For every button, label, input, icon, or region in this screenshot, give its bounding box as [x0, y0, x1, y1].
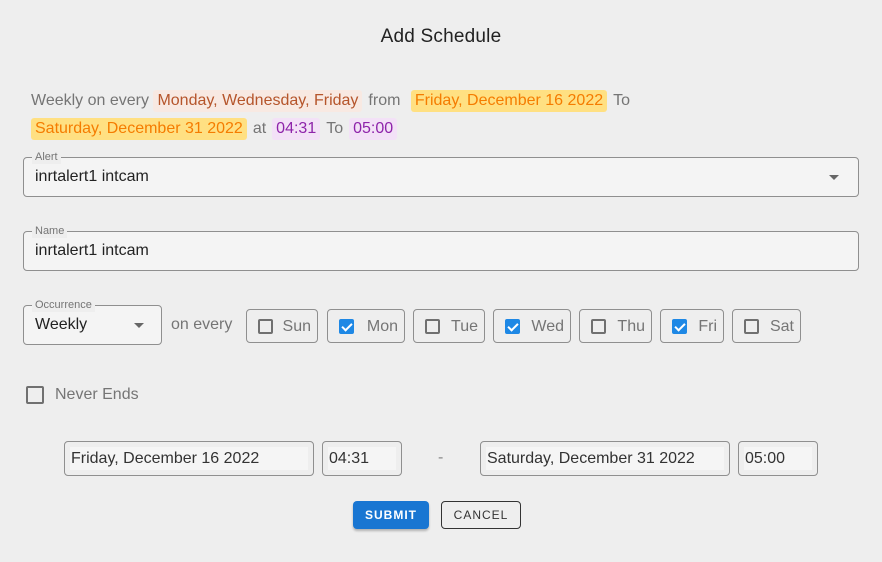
name-label: Name: [32, 224, 68, 238]
summary-end-date: Saturday, December 31 2022: [31, 118, 247, 140]
never-ends-label: Never Ends: [55, 386, 139, 403]
summary-to: To: [613, 92, 631, 109]
on-every-label: on every: [171, 316, 233, 333]
schedule-summary: Weekly on every Monday, Wednesday, Frida…: [31, 87, 841, 143]
weekday-label: Wed: [531, 318, 564, 335]
summary-at: at: [252, 120, 267, 137]
end-date-input[interactable]: Saturday, December 31 2022: [480, 441, 730, 476]
caret-down-icon[interactable]: [829, 175, 839, 180]
weekday-label: Mon: [366, 318, 398, 335]
checkbox-icon[interactable]: [258, 319, 273, 334]
occurrence-select[interactable]: Occurrence Weekly: [23, 298, 162, 345]
cancel-button[interactable]: CANCEL: [441, 501, 521, 529]
summary-end-time: 05:00: [349, 118, 398, 140]
weekday-sun[interactable]: Sun: [246, 309, 318, 343]
summary-start-date: Friday, December 16 2022: [410, 90, 608, 112]
alert-value: inrtalert1 intcam: [35, 168, 149, 185]
summary-days: Monday, Wednesday, Friday: [153, 90, 363, 112]
weekday-mon[interactable]: Mon: [327, 309, 405, 343]
start-date-input[interactable]: Friday, December 16 2022: [64, 441, 314, 476]
end-time-value: 05:00: [745, 450, 786, 467]
weekday-label: Sun: [282, 318, 311, 335]
alert-select[interactable]: Alert inrtalert1 intcam: [23, 150, 859, 197]
checkbox-checked-icon[interactable]: [339, 319, 354, 334]
checkbox-icon[interactable]: [26, 386, 44, 404]
weekday-fri[interactable]: Fri: [660, 309, 724, 343]
weekday-sat[interactable]: Sat: [732, 309, 801, 343]
weekday-thu[interactable]: Thu: [579, 309, 652, 343]
start-date-value: Friday, December 16 2022: [71, 450, 260, 467]
start-time-value: 04:31: [329, 450, 370, 467]
weekday-label: Fri: [698, 318, 717, 335]
dialog-title: Add Schedule: [380, 26, 502, 47]
summary-from: from: [368, 92, 401, 109]
range-separator: -: [438, 449, 444, 466]
weekday-tue[interactable]: Tue: [413, 309, 485, 343]
occurrence-value: Weekly: [35, 316, 88, 333]
name-value: inrtalert1 intcam: [35, 242, 149, 259]
checkbox-checked-icon[interactable]: [672, 319, 687, 334]
summary-prefix: Weekly on every: [31, 92, 149, 109]
end-date-value: Saturday, December 31 2022: [487, 450, 695, 467]
end-time-input[interactable]: 05:00: [738, 441, 818, 476]
caret-down-icon[interactable]: [134, 323, 144, 328]
checkbox-checked-icon[interactable]: [505, 319, 520, 334]
summary-to-2: To: [326, 120, 344, 137]
alert-label: Alert: [32, 150, 61, 164]
start-time-input[interactable]: 04:31: [322, 441, 402, 476]
summary-start-time: 04:31: [272, 118, 321, 140]
weekday-label: Thu: [617, 318, 645, 335]
checkbox-icon[interactable]: [591, 319, 606, 334]
weekday-wed[interactable]: Wed: [493, 309, 571, 343]
weekday-label: Sat: [769, 318, 794, 335]
name-input[interactable]: Name inrtalert1 intcam: [23, 224, 859, 271]
checkbox-icon[interactable]: [425, 319, 440, 334]
submit-button[interactable]: SUBMIT: [353, 501, 429, 529]
occurrence-label: Occurrence: [32, 298, 95, 312]
weekday-label: Tue: [451, 318, 478, 335]
checkbox-icon[interactable]: [744, 319, 759, 334]
